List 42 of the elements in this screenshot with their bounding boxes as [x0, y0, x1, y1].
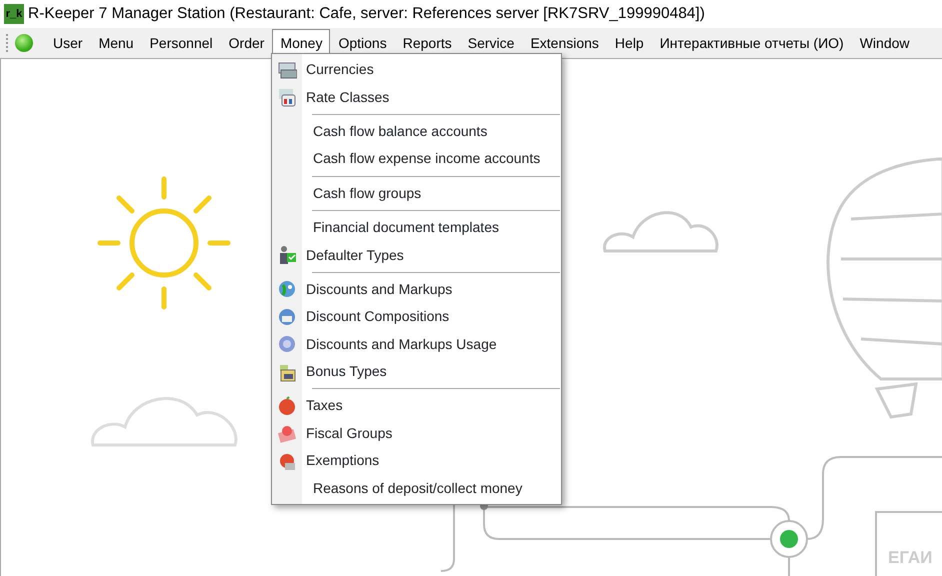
menu-item-icon	[277, 306, 297, 327]
menu-item[interactable]: Order	[220, 28, 272, 58]
menu-item[interactable]: Financial document templates	[272, 214, 561, 242]
menu-item-icon	[277, 334, 297, 354]
menu-item-icon	[277, 245, 297, 266]
menu-item[interactable]: Reasons of deposit/collect money	[272, 474, 561, 502]
menu-item[interactable]: Интерактивные отчеты (ИО)	[652, 28, 852, 58]
menu-item[interactable]: Options	[330, 28, 395, 58]
status-indicator-icon	[15, 34, 33, 52]
menu-item[interactable]: Reports	[394, 28, 460, 58]
menu-item[interactable]: Taxes	[272, 392, 561, 420]
menu-item[interactable]: Cash flow groups	[272, 180, 561, 207]
menu-item[interactable]: Defaulter Types	[272, 241, 561, 269]
sign-drawing	[875, 511, 942, 576]
menu-item[interactable]: Exemptions	[272, 447, 561, 474]
menu-item-icon	[277, 60, 297, 80]
connector-line	[440, 505, 455, 572]
connector-line	[788, 557, 790, 576]
app-logo: r_k	[4, 4, 24, 24]
menu-item[interactable]: Discount Compositions	[272, 303, 561, 331]
menu-item-icon	[277, 279, 297, 300]
menu-item[interactable]: Window	[852, 28, 918, 58]
menu-item[interactable]: Service	[460, 28, 522, 58]
menu-item[interactable]: Cash flow balance accounts	[272, 118, 561, 146]
menu-item[interactable]: Rate Classes	[272, 83, 561, 111]
window-title: R-Keeper 7 Manager Station (Restaurant: Cafe, server: References server [RK7SRV_199990484])	[28, 4, 705, 24]
menu-item[interactable]: Bonus Types	[272, 358, 561, 386]
menu-item[interactable]: Personnel	[142, 28, 221, 58]
menu-item[interactable]: Extensions	[522, 28, 607, 58]
menu-item[interactable]: Menu	[90, 28, 142, 58]
menu-item[interactable]: Cash flow expense income accounts	[272, 145, 561, 173]
menu-item-icon	[277, 87, 297, 108]
menu-item[interactable]: Currencies	[272, 56, 561, 84]
menu-item[interactable]: Discounts and Markups Usage	[272, 330, 561, 358]
menu-item[interactable]: User	[45, 28, 91, 58]
menu-item[interactable]: Fiscal Groups	[272, 420, 561, 448]
toolbar-grip	[6, 34, 9, 52]
node-icon	[770, 520, 808, 558]
menu-item-icon	[277, 396, 297, 416]
menu-item[interactable]: Help	[606, 28, 652, 58]
menu-item[interactable]: Discounts and Markups	[272, 276, 561, 304]
menu-item-icon	[277, 423, 297, 444]
